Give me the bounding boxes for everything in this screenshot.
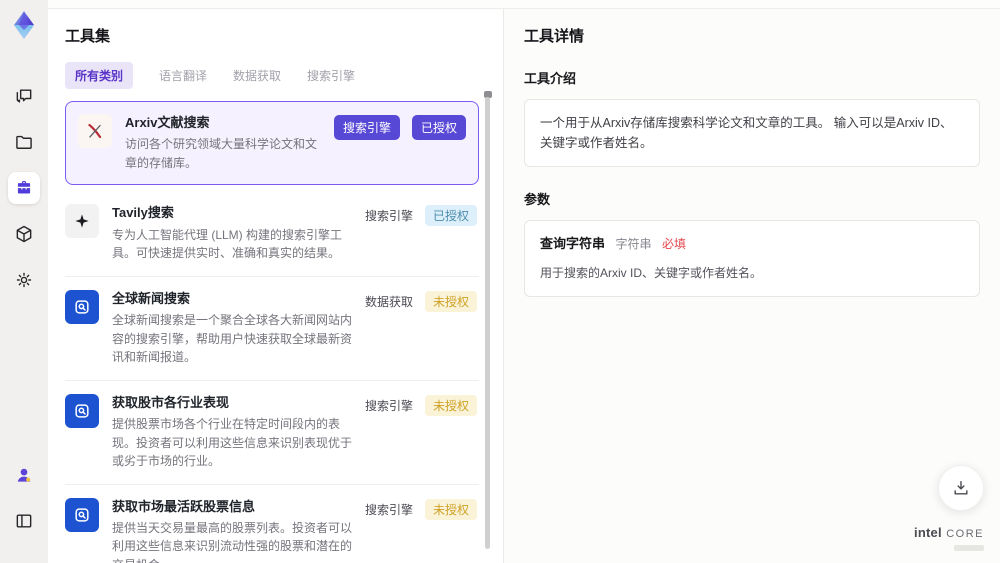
category-badge: 搜索引擎 [333, 115, 400, 140]
avatar-icon [17, 468, 31, 482]
app-window: 工具集 所有类别 语言翻译 数据获取 搜索引擎 Arxiv文献搜索 访问各个研究… [0, 0, 1000, 563]
status-badge: 已授权 [411, 115, 466, 140]
collapse-panel-icon [16, 514, 32, 528]
category-label: 搜索引擎 [364, 502, 413, 517]
gear-icon [16, 272, 32, 288]
tool-detail-panel: 工具详情 工具介绍 一个用于从Arxiv存储库搜索科学论文和文章的工具。 输入可… [503, 9, 1000, 563]
category-tabs: 所有类别 语言翻译 数据获取 搜索引擎 [65, 62, 479, 89]
tool-card-arxiv[interactable]: Arxiv文献搜索 访问各个研究领域大量科学论文和文章的存储库。 搜索引擎 已授… [65, 101, 479, 186]
tool-description: 提供当天交易量最高的股票列表。投资者可以利用这些信息来识别流动性强的股票和潜在的… [112, 520, 353, 563]
intel-core-logo: intel CORE [914, 524, 984, 551]
tool-description: 专为人工智能代理 (LLM) 构建的搜索引擎工具。可快速提供实时、准确和真实的结… [112, 227, 343, 261]
tool-intro-box: 一个用于从Arxiv存储库搜索科学论文和文章的工具。 输入可以是Arxiv ID… [524, 99, 980, 167]
tool-description: 访问各个研究领域大量科学论文和文章的存储库。 [125, 137, 318, 170]
tab-language-translation[interactable]: 语言翻译 [159, 62, 207, 89]
download-icon [954, 481, 968, 495]
arxiv-logo-icon [78, 114, 112, 148]
tool-card-stock-sector[interactable]: 获取股市各行业表现 提供股票市场各个行业在特定时间段内的表现。投资者可以利用这些… [65, 381, 479, 485]
tab-all-categories[interactable]: 所有类别 [65, 62, 134, 89]
status-badge: 未授权 [424, 290, 477, 312]
active-stocks-icon [65, 497, 99, 532]
brand-intel: intel [914, 525, 942, 541]
status-badge: 未授权 [424, 394, 477, 416]
left-sidebar [0, 0, 48, 563]
tool-card-active-stocks[interactable]: 获取市场最活跃股票信息 提供当天交易量最高的股票列表。投资者可以利用这些信息来识… [65, 485, 479, 563]
tab-data-fetch[interactable]: 数据获取 [233, 62, 281, 89]
news-search-icon [65, 289, 99, 324]
app-logo [14, 11, 34, 39]
tool-name: Arxiv文献搜索 [125, 115, 210, 130]
parameter-required-flag: 必填 [662, 237, 687, 251]
sidebar-item-settings[interactable] [8, 264, 40, 296]
category-label: 搜索引擎 [364, 209, 413, 224]
tool-description: 全球新闻搜索是一个聚合全球各大新闻网站内容的搜索引擎，帮助用户快速获取全球最新资… [112, 312, 353, 365]
sidebar-item-toolbox[interactable] [8, 172, 40, 204]
category-label: 搜索引擎 [364, 398, 413, 413]
tool-name: 获取股市各行业表现 [112, 394, 230, 410]
download-button[interactable] [938, 465, 984, 511]
tavily-sparkle-icon [65, 204, 99, 239]
detail-panel-title: 工具详情 [524, 28, 585, 45]
tools-list-panel: 工具集 所有类别 语言翻译 数据获取 搜索引擎 Arxiv文献搜索 访问各个研究… [48, 9, 503, 563]
page-title: 工具集 [65, 28, 111, 45]
category-label: 数据获取 [364, 294, 413, 309]
sidebar-item-chat[interactable] [8, 80, 40, 112]
parameter-box: 查询字符串 字符串 必填 用于搜索的Arxiv ID、关键字或作者姓名。 [524, 220, 980, 297]
tool-description: 提供股票市场各个行业在特定时间段内的表现。投资者可以利用这些信息来识别表现优于或… [112, 416, 353, 469]
tool-card-tavily[interactable]: Tavily搜索 专为人工智能代理 (LLM) 构建的搜索引擎工具。可快速提供实… [65, 191, 479, 277]
stock-sector-icon [65, 393, 99, 428]
parameter-name: 查询字符串 [540, 236, 606, 251]
intro-heading: 工具介绍 [524, 71, 577, 86]
brand-core: CORE [946, 528, 984, 541]
sidebar-item-collapse[interactable] [8, 505, 40, 537]
toolbox-icon [17, 181, 31, 194]
parameter-type: 字符串 [615, 237, 652, 251]
tool-name: 全球新闻搜索 [112, 290, 191, 306]
tool-name: 获取市场最活跃股票信息 [112, 498, 256, 514]
status-badge: 已授权 [424, 205, 477, 227]
tool-name: Tavily搜索 [112, 205, 174, 221]
sidebar-item-account[interactable] [8, 459, 40, 491]
chat-icon [16, 89, 32, 103]
sidebar-item-packages[interactable] [8, 218, 40, 250]
status-badge: 未授权 [424, 498, 477, 520]
tool-intro-text: 一个用于从Arxiv存储库搜索科学论文和文章的工具。 输入可以是Arxiv ID… [540, 116, 953, 150]
params-heading: 参数 [524, 192, 551, 207]
tab-search-engine[interactable]: 搜索引擎 [307, 62, 355, 89]
sidebar-item-files[interactable] [8, 126, 40, 158]
scrollbar-track[interactable] [485, 97, 490, 549]
parameter-description: 用于搜索的Arxiv ID、关键字或作者姓名。 [540, 265, 763, 280]
package-icon [16, 225, 32, 243]
folder-icon [16, 135, 32, 149]
brand-sub-bar [954, 545, 984, 551]
tool-card-global-news[interactable]: 全球新闻搜索 全球新闻搜索是一个聚合全球各大新闻网站内容的搜索引擎，帮助用户快速… [65, 277, 479, 381]
